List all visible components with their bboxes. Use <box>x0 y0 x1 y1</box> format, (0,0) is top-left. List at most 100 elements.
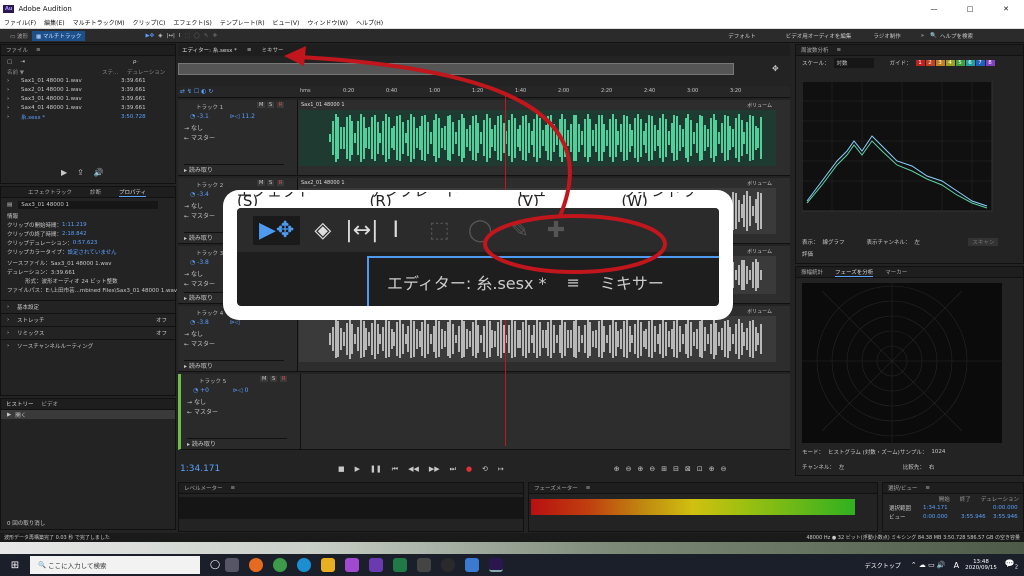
import-icon[interactable]: ⇥ <box>20 59 25 65</box>
volume-knob[interactable]: ◔ +0 <box>193 387 209 394</box>
panel-menu-icon[interactable]: ≡ <box>247 47 252 53</box>
edge-icon[interactable] <box>297 558 312 572</box>
eval-section[interactable]: 評価 <box>802 250 813 258</box>
tab-phase-analysis[interactable]: フェーズを分析 <box>835 268 874 277</box>
zoom-buttons[interactable]: ⊕⊖⊕⊖⊞⊟⊠⊡⊕⊖ <box>614 465 733 473</box>
expand-icon[interactable]: › <box>7 105 21 111</box>
info-value[interactable]: 0:57.623 <box>73 240 98 246</box>
tab-video[interactable]: ビデオ <box>42 400 59 408</box>
view-end[interactable]: 3:55.946 <box>961 514 986 520</box>
section-row[interactable]: › 基本設定 <box>1 300 175 313</box>
panel-menu-icon[interactable]: ≡ <box>586 485 591 491</box>
menu-effects[interactable]: エフェクト(S) <box>173 18 212 27</box>
info-value[interactable]: 2:18.842 <box>62 231 87 237</box>
menu-edit[interactable]: 編集(E) <box>44 18 64 27</box>
file-row[interactable]: › Sax3_01 48000 1.wav 3:39.661 <box>1 94 175 103</box>
tab-history[interactable]: ヒストリー <box>6 400 34 408</box>
guide-button[interactable]: 1 <box>915 59 925 66</box>
davinci-icon[interactable] <box>441 558 456 572</box>
track-5[interactable]: トラック 5 M S R ◔ +0 ⊳◁ 0 → なし ← マスター ▸ 読み取り <box>178 374 790 450</box>
clock-date[interactable]: 2020/09/15 <box>965 565 997 571</box>
tab-mixer[interactable]: ミキサー <box>261 46 283 54</box>
volume-knob[interactable]: ◔ -3.4 <box>190 191 209 198</box>
slip-tool-icon[interactable]: |↔| <box>167 33 175 39</box>
go-end-button[interactable]: ⏭ <box>450 465 456 474</box>
panel-menu-icon[interactable]: ≡ <box>36 47 41 53</box>
ch-select[interactable]: 左 <box>839 463 899 471</box>
taskbar-search[interactable]: 🔍 ここに入力して検索 <box>30 556 200 574</box>
taskview-icon[interactable] <box>225 558 240 572</box>
guide-button[interactable]: 2 <box>925 59 935 66</box>
col-name-header[interactable]: 名前 ▼ <box>7 68 102 76</box>
menu-templates[interactable]: テンプレート(R) <box>220 18 265 27</box>
panel-menu-icon[interactable]: ≡ <box>231 485 236 491</box>
mute-button[interactable]: M <box>257 102 266 108</box>
track-1[interactable]: トラック 1 M S R ◔ -3.1 ⊳◁ 11.2 → なし ← マスター ▸ 読み取り Sa… <box>178 100 790 176</box>
export-icon[interactable]: ⇪ <box>77 168 84 177</box>
task-view-icon[interactable]: ◯ <box>210 560 220 570</box>
track-name[interactable]: トラック 1 <box>196 103 223 111</box>
tab-diagnostics[interactable]: 診断 <box>90 188 101 196</box>
open-file-icon[interactable]: ▢ <box>7 59 12 65</box>
selection-start[interactable]: 1:34.171 <box>923 505 953 511</box>
display-select[interactable]: 線グラフ <box>823 238 863 246</box>
marquee-tool-icon[interactable]: ⬚ <box>184 33 189 39</box>
expand-icon[interactable]: › <box>7 114 21 120</box>
workspace-default[interactable]: デフォルト <box>728 32 756 40</box>
calculator-icon[interactable] <box>417 558 432 572</box>
track-name[interactable]: トラック 5 <box>199 377 226 385</box>
pause-button[interactable]: ❚❚ <box>370 465 382 473</box>
current-time[interactable]: 1:34.171 <box>180 464 330 474</box>
volume-knob[interactable]: ◔ -3.8 <box>190 319 209 326</box>
guide-button[interactable]: 8 <box>985 59 995 66</box>
output-select[interactable]: ← マスター <box>184 133 215 142</box>
sample-select[interactable]: 1024 <box>931 449 945 455</box>
compare-select[interactable]: 右 <box>929 463 935 471</box>
guide-button[interactable]: 5 <box>955 59 965 66</box>
brush-tool-icon[interactable]: ✎ <box>204 33 209 39</box>
file-row[interactable]: › Sax1_01 48000 1.wav 3:39.661 <box>1 76 175 85</box>
solo-button[interactable]: S <box>267 102 275 108</box>
menu-multitrack[interactable]: マルチトラック(M) <box>73 18 125 27</box>
output-select[interactable]: ← マスター <box>184 211 215 220</box>
mode-select[interactable]: ヒストグラム (対数・ズーム) <box>828 448 900 456</box>
pan-knob[interactable]: ⊳◁ 0 <box>233 387 248 394</box>
skip-button[interactable]: ↦ <box>498 465 504 473</box>
panel-menu-icon[interactable]: ≡ <box>925 485 930 491</box>
mute-button[interactable]: M <box>260 376 269 382</box>
help-search-input[interactable]: ヘルプを検索 <box>940 32 1020 40</box>
tray-icons[interactable]: ⌃ ☁ ▭ 🔊 <box>911 561 946 569</box>
info-value[interactable]: 1:11.219 <box>62 222 87 228</box>
history-item[interactable]: 開く <box>15 411 26 419</box>
solo-button[interactable]: S <box>267 180 275 186</box>
healing-tool-icon[interactable]: ✚ <box>212 33 217 39</box>
automation-select[interactable]: ▸ 読み取り <box>184 360 284 370</box>
col-status-header[interactable]: ステ... <box>102 68 127 76</box>
track-name[interactable]: トラック 4 <box>196 309 223 317</box>
tab-editor[interactable]: エディター: 糸.sesx * <box>182 46 237 54</box>
selection-duration[interactable]: 0:00.000 <box>993 505 1018 511</box>
scan-button[interactable]: スキャン <box>968 237 999 246</box>
menu-view[interactable]: ビュー(V) <box>273 18 300 27</box>
section-row[interactable]: › リミックス オフ <box>1 326 175 339</box>
tab-amplitude-stats[interactable]: 振幅統計 <box>801 268 823 276</box>
autoplay-icon[interactable]: 🔊 <box>94 168 104 177</box>
volume-knob[interactable]: ◔ -3.8 <box>190 259 209 266</box>
waveform[interactable] <box>299 316 776 362</box>
play-icon[interactable]: ▶ <box>61 168 67 177</box>
track-name[interactable]: トラック 2 <box>196 181 223 189</box>
panel-menu-icon[interactable]: ≡ <box>837 47 842 53</box>
automation-select[interactable]: ▸ 読み取り <box>184 164 284 174</box>
timeline-ruler[interactable]: ⇄ ↯ ☐ ◐ ↻ hms 0:20 0:40 1:00 1:20 1:40 2:00 2:2… <box>178 86 790 98</box>
app-icon-purple[interactable] <box>369 558 384 572</box>
firefox-icon[interactable] <box>249 558 264 572</box>
expand-icon[interactable]: › <box>7 78 21 84</box>
razor-tool-icon[interactable]: ◈ <box>158 33 162 39</box>
photos-icon[interactable] <box>345 558 360 572</box>
workspace-video[interactable]: ビデオ用オーディオを編集 <box>786 32 852 40</box>
workspace-radio[interactable]: ラジオ制作 <box>873 32 900 40</box>
minimize-button[interactable]: — <box>916 5 952 13</box>
guide-button[interactable]: 4 <box>945 59 955 66</box>
forward-button[interactable]: ▶▶ <box>429 465 440 473</box>
guide-button[interactable]: 7 <box>975 59 985 66</box>
